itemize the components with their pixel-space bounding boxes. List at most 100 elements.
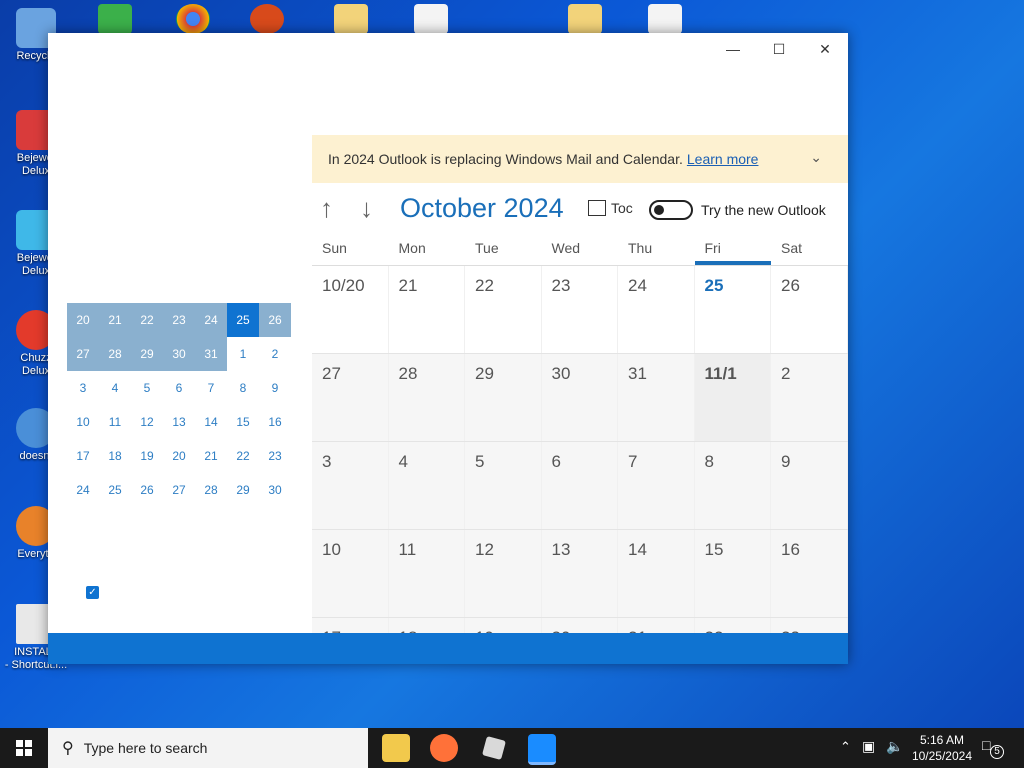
today-button[interactable]: Toc	[588, 200, 633, 216]
calendar-app-icon[interactable]	[528, 734, 556, 765]
network-icon[interactable]: ▣	[862, 738, 875, 755]
mini-calendar-day[interactable]: 1	[227, 337, 259, 371]
mini-calendar-day[interactable]: 15	[227, 405, 259, 439]
mini-calendar-day[interactable]: 24	[67, 473, 99, 507]
desktop-icon-file-2[interactable]	[648, 4, 682, 34]
day-cell[interactable]: 30	[541, 354, 618, 441]
clock[interactable]: 5:16 AM 10/25/2024	[912, 732, 972, 764]
mini-calendar-day[interactable]: 27	[67, 337, 99, 371]
day-cell[interactable]: 12	[465, 530, 542, 617]
day-cell[interactable]: 15	[694, 530, 771, 617]
minimize-button[interactable]: —	[710, 37, 756, 61]
mini-calendar-day[interactable]: 21	[99, 303, 131, 337]
desktop-icon-folder-2[interactable]	[568, 4, 602, 34]
day-cell[interactable]: 31	[618, 354, 695, 441]
mini-calendar-day[interactable]: 28	[195, 473, 227, 507]
day-cell[interactable]: 13	[541, 530, 618, 617]
mini-calendar-day[interactable]: 23	[163, 303, 195, 337]
desktop-icon-people[interactable]	[98, 4, 132, 34]
mini-calendar-day[interactable]: 14	[195, 405, 227, 439]
mini-calendar-day[interactable]: 4	[99, 371, 131, 405]
chevron-down-icon[interactable]: ⌄	[810, 149, 822, 166]
day-cell[interactable]: 10/20	[312, 266, 389, 353]
day-cell[interactable]: 4	[388, 442, 465, 529]
day-cell[interactable]: 14	[618, 530, 695, 617]
maximize-button[interactable]: ☐	[756, 37, 802, 61]
mini-calendar-day[interactable]: 27	[163, 473, 195, 507]
next-month-button[interactable]: ↓	[360, 193, 373, 224]
day-cell[interactable]: 7	[618, 442, 695, 529]
mini-calendar-day[interactable]: 26	[131, 473, 163, 507]
mini-calendar-day[interactable]: 18	[99, 439, 131, 473]
mini-calendar-day[interactable]: 7	[195, 371, 227, 405]
day-cell[interactable]: 10	[312, 530, 389, 617]
mini-calendar-day[interactable]: 11	[99, 405, 131, 439]
calendar-checkbox[interactable]: ✓	[86, 586, 99, 599]
mini-calendar-day[interactable]: 22	[131, 303, 163, 337]
mini-calendar-day[interactable]: 22	[227, 439, 259, 473]
mini-calendar-day[interactable]: 16	[259, 405, 291, 439]
desktop-icon-folder[interactable]	[334, 4, 368, 34]
mini-calendar-day[interactable]: 30	[163, 337, 195, 371]
desktop-icon-file[interactable]	[414, 4, 448, 34]
day-cell[interactable]: 29	[465, 354, 542, 441]
day-cell[interactable]: 26	[771, 266, 848, 353]
mini-calendar-day[interactable]: 6	[163, 371, 195, 405]
mini-calendar-day[interactable]: 24	[195, 303, 227, 337]
day-cell[interactable]: 21	[388, 266, 465, 353]
today-icon	[588, 200, 606, 216]
mini-calendar-day[interactable]: 23	[259, 439, 291, 473]
firefox-icon[interactable]	[430, 734, 458, 762]
day-cell[interactable]: 3	[312, 442, 389, 529]
mini-calendar-day[interactable]: 30	[259, 473, 291, 507]
mini-calendar-day[interactable]: 29	[131, 337, 163, 371]
new-outlook-toggle[interactable]	[649, 200, 693, 220]
chevron-up-icon[interactable]: ⌃	[840, 739, 851, 755]
start-button[interactable]	[0, 728, 48, 768]
day-cell[interactable]: 11	[388, 530, 465, 617]
search-box[interactable]: ⚲ Type here to search	[48, 728, 368, 768]
mini-calendar-day[interactable]: 28	[99, 337, 131, 371]
mini-calendar-day[interactable]: 31	[195, 337, 227, 371]
day-cell[interactable]: 11/1	[694, 354, 771, 441]
mini-calendar-day[interactable]: 25	[227, 303, 259, 337]
mini-calendar-day[interactable]: 12	[131, 405, 163, 439]
file-explorer-icon[interactable]	[382, 734, 410, 762]
day-cell[interactable]: 2	[771, 354, 848, 441]
close-button[interactable]: ✕	[802, 37, 848, 61]
mini-calendar-day[interactable]: 20	[163, 439, 195, 473]
previous-month-button[interactable]: ↑	[320, 193, 333, 224]
mini-calendar-day[interactable]: 20	[67, 303, 99, 337]
mini-calendar-day[interactable]: 9	[259, 371, 291, 405]
desktop-icon-app[interactable]	[250, 4, 284, 34]
mini-calendar-day[interactable]: 17	[67, 439, 99, 473]
volume-icon[interactable]: 🔈	[886, 738, 903, 755]
day-cell[interactable]: 6	[541, 442, 618, 529]
day-cell[interactable]: 25	[694, 266, 771, 353]
day-cell[interactable]: 23	[541, 266, 618, 353]
day-cell[interactable]: 5	[465, 442, 542, 529]
mini-calendar-day[interactable]: 21	[195, 439, 227, 473]
day-cell[interactable]: 9	[771, 442, 848, 529]
mini-calendar-day[interactable]: 10	[67, 405, 99, 439]
day-cell[interactable]: 28	[388, 354, 465, 441]
day-cell[interactable]: 16	[771, 530, 848, 617]
mini-calendar-day[interactable]: 19	[131, 439, 163, 473]
month-title[interactable]: October 2024	[400, 193, 564, 224]
day-cell[interactable]: 27	[312, 354, 389, 441]
roblox-icon[interactable]	[481, 735, 507, 761]
notification-button[interactable]: □ 5	[982, 737, 1004, 759]
mini-calendar-day[interactable]: 8	[227, 371, 259, 405]
mini-calendar-day[interactable]: 25	[99, 473, 131, 507]
desktop-icon-chrome[interactable]	[176, 4, 210, 34]
learn-more-link[interactable]: Learn more	[687, 151, 759, 167]
mini-calendar-day[interactable]: 29	[227, 473, 259, 507]
mini-calendar-day[interactable]: 13	[163, 405, 195, 439]
day-cell[interactable]: 22	[465, 266, 542, 353]
day-cell[interactable]: 24	[618, 266, 695, 353]
mini-calendar-day[interactable]: 2	[259, 337, 291, 371]
day-cell[interactable]: 8	[694, 442, 771, 529]
mini-calendar-day[interactable]: 26	[259, 303, 291, 337]
mini-calendar-day[interactable]: 5	[131, 371, 163, 405]
mini-calendar-day[interactable]: 3	[67, 371, 99, 405]
